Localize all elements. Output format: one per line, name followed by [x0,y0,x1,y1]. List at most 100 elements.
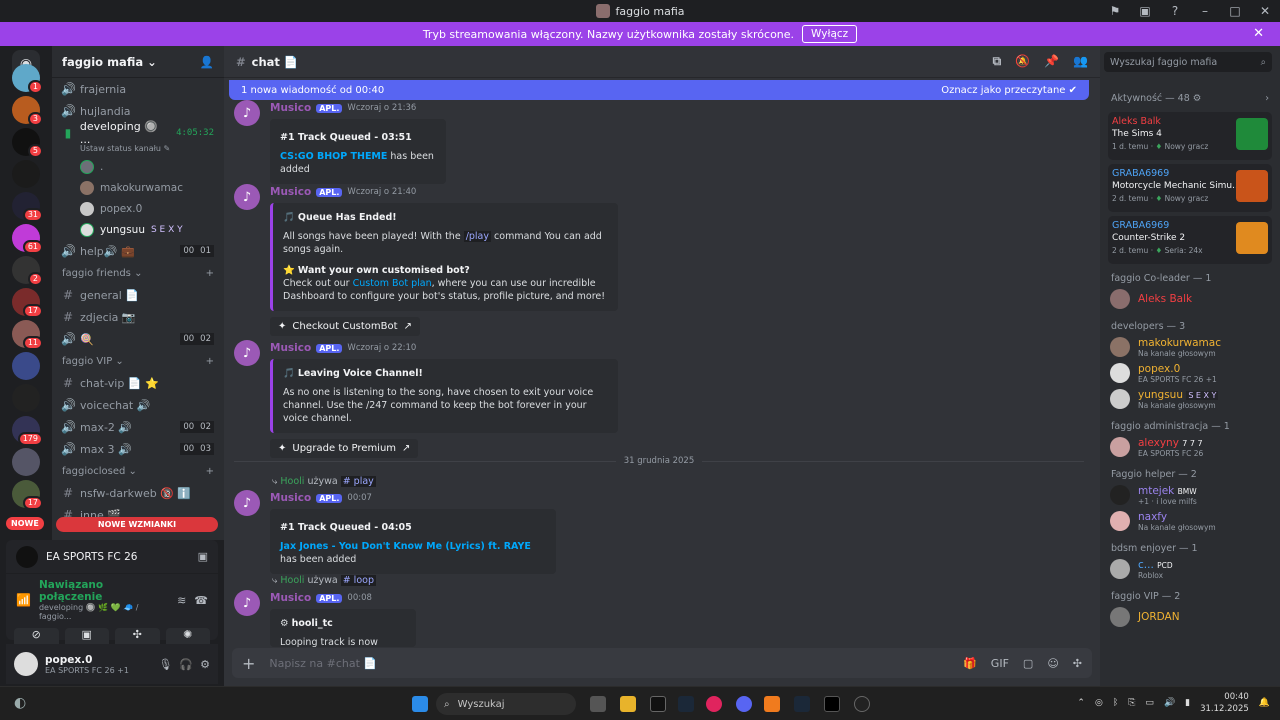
gif-icon[interactable]: GIF [991,657,1009,670]
microphone-icon[interactable]: 🎙 [158,658,172,671]
category-closed[interactable]: faggioclosed ⌄ + [52,460,224,482]
member-item[interactable]: Aleks Balk [1100,286,1280,312]
discord-icon[interactable] [736,696,752,712]
new-mentions-bar[interactable]: NOWE WZMIANKI [56,517,218,532]
opera-icon[interactable] [706,696,722,712]
member-item[interactable]: mtejek BMW +1 · i love milfs [1100,482,1280,508]
new-messages-bar[interactable]: 1 nowa wiadomość od 00:40 Oznacz jako pr… [229,80,1089,100]
activity-header[interactable]: Aktywność — 48 ⚙ › [1100,84,1280,112]
voice-channel[interactable]: 🔊 frajernia [52,78,224,100]
new-pill[interactable]: NOWE [6,517,44,530]
voice-channel[interactable]: 🔊 max 3 🔊 00 03 [52,438,224,460]
member-item[interactable]: c... PCD Roblox [1100,556,1280,582]
noise-icon[interactable]: ≋ [177,594,186,607]
member-item[interactable]: naxfy Na kanale głosowym [1100,508,1280,534]
app-icon[interactable] [764,696,780,712]
emoji-icon[interactable]: ☺ [1047,657,1058,670]
reply-user[interactable]: Hooli [280,575,304,586]
voice-user[interactable]: . [52,156,224,177]
voice-channel[interactable]: 🔊 voicechat 🔊 [52,394,224,416]
plus-icon[interactable]: + [206,466,214,477]
voice-channel[interactable]: 🔊 max-2 🔊 00 02 [52,416,224,438]
text-channel[interactable]: # zdjecia 📷 [52,306,224,328]
language-icon[interactable]: ⎘ [1128,698,1135,708]
bot-avatar[interactable]: ♪ [234,590,260,616]
server-icon[interactable] [12,352,40,380]
server-icon[interactable]: 2 [12,256,43,286]
voice-channel[interactable]: 🔊 🍭 00 02 [52,328,224,350]
add-friend-icon[interactable]: 👤 [200,55,214,69]
disconnect-icon[interactable]: ☎ [194,594,208,607]
command[interactable]: # play [340,476,376,487]
category-vip[interactable]: faggio VIP ⌄ + [52,350,224,372]
search-input[interactable]: Wyszukaj faggio mafia ⌕ [1104,52,1272,72]
chevron-up-icon[interactable]: ⌃ [1077,698,1085,708]
server-icon[interactable] [12,160,40,188]
attach-plus-icon[interactable]: + [242,654,255,673]
task-view-icon[interactable] [590,696,606,712]
bot-avatar[interactable]: ♪ [234,490,260,516]
server-icon[interactable] [12,384,40,412]
voice-channel-developing[interactable]: ▮ developing 🔘 ... 4:05:32 [52,120,224,146]
apps-icon[interactable]: ✣ [1073,657,1082,670]
signal-icon[interactable]: 📶 [16,593,31,607]
volume-icon[interactable]: 🔊 [1164,698,1175,708]
member-item[interactable]: JORDAN [1100,604,1280,630]
steam-icon[interactable] [794,696,810,712]
close-icon[interactable]: ✕ [1253,26,1264,41]
reply-user[interactable]: Hooli [280,476,304,487]
server-icon[interactable]: 1 [12,64,43,94]
tray-app-icon[interactable]: ◎ [1095,698,1103,708]
embed-link[interactable]: CS:GO BHOP THEME [280,151,387,162]
disable-streamer-button[interactable]: Wyłącz [802,25,858,43]
voice-channel-help[interactable]: 🔊 help🔊 💼 00 01 [52,240,224,262]
ea-icon[interactable] [824,696,840,712]
inbox-icon[interactable]: ⚑ [1100,4,1130,18]
sticker-icon[interactable]: ▢ [1023,657,1033,670]
command[interactable]: # loop [340,575,376,586]
server-icon[interactable]: 3 [12,96,43,126]
activity-card[interactable]: GRABA6969 Counter-Strike 2 2 d. temu · ♦… [1108,216,1272,264]
maximize-button[interactable]: □ [1220,4,1250,18]
notifications-icon[interactable]: 🔔 [1259,698,1270,708]
steam-icon[interactable] [678,696,694,712]
mark-read-button[interactable]: Oznacz jako przeczytane ✔ [941,85,1077,96]
battery-icon[interactable]: ▮ [1185,698,1190,708]
voice-user[interactable]: popex.0 [52,198,224,219]
author-name[interactable]: Musico [270,492,311,504]
composer-placeholder[interactable]: Napisz na #chat 📄 [269,657,377,670]
member-item[interactable]: alexyny 7 7 7 EA SPORTS FC 26 [1100,434,1280,460]
help-icon[interactable]: ? [1160,4,1190,18]
start-icon[interactable] [412,696,428,712]
bot-avatar[interactable]: ♪ [234,184,260,210]
settings-gear-icon[interactable]: ⚙ [200,658,210,671]
bot-avatar[interactable]: ♪ [234,100,260,126]
voice-channel[interactable]: 🔊 hujlandia [52,100,224,122]
text-channel[interactable]: # chat-vip 📄 ⭐ [52,372,224,394]
activity-card[interactable]: Aleks Balk The Sims 4 1 d. temu · ♦ Nowy… [1108,112,1272,160]
obs-icon[interactable] [854,696,870,712]
avatar[interactable] [14,652,38,676]
server-icon[interactable]: 17 [12,480,43,510]
clock[interactable]: 00:40 31.12.2025 [1200,691,1249,715]
embed-link[interactable]: Custom Bot plan [353,278,432,289]
author-name[interactable]: Musico [270,592,311,604]
plus-icon[interactable]: + [206,356,214,367]
activity-card[interactable]: GRABA6969 Motorcycle Mechanic Simu... 2 … [1108,164,1272,212]
server-header[interactable]: faggio mafia ⌄ 👤 [52,46,224,78]
message-composer[interactable]: + Napisz na #chat 📄 🎁 GIF ▢ ☺ ✣ [232,648,1092,678]
minimize-button[interactable]: – [1190,4,1220,18]
text-channel[interactable]: # general 📄 [52,284,224,306]
plus-icon[interactable]: + [206,268,214,279]
server-icon[interactable]: 31 [12,192,43,222]
server-icon[interactable]: 179 [12,416,43,446]
headphones-icon[interactable]: 🎧 [179,658,193,671]
screen-icon[interactable]: ▣ [1130,4,1160,18]
epic-games-icon[interactable] [650,696,666,712]
voice-user[interactable]: yungsuu S E X Y [52,219,224,240]
connection-channel[interactable]: developing 🔘 🌿 💚 🧢 / faggio... [39,603,169,621]
pin-icon[interactable]: 📌 [1044,54,1059,69]
threads-icon[interactable]: ⧉ [993,54,1002,69]
activity-icon[interactable]: ▣ [198,550,208,563]
member-item[interactable]: popex.0 EA SPORTS FC 26 +1 [1100,360,1280,386]
